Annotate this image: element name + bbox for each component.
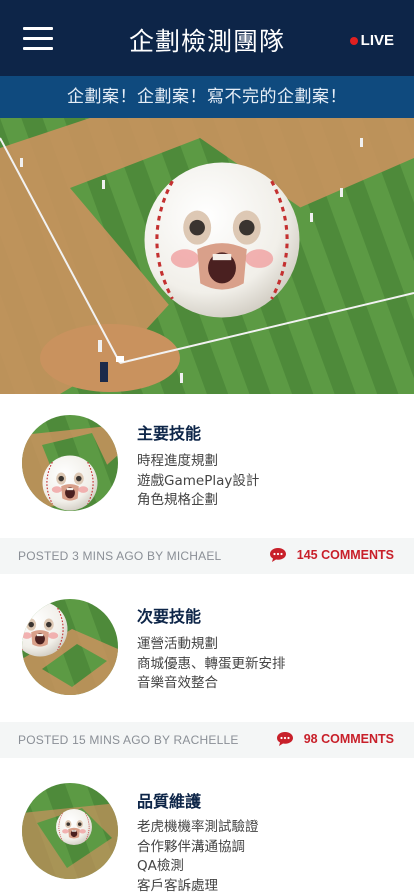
app-header: 企劃檢測團隊 LIVE <box>0 0 414 76</box>
post-title: 次要技能 <box>137 607 202 626</box>
comments-link[interactable]: 145 COMMENTS <box>269 547 394 563</box>
post-card[interactable]: 次要技能 運營活動規劃 商城優惠、轉蛋更新安排 音樂音效整合 <box>0 574 414 722</box>
comments-link[interactable]: 98 COMMENTS <box>276 731 394 747</box>
post-meta: POSTED 3 MINS AGO BY MICHAEL <box>18 549 222 563</box>
post-thumbnail[interactable] <box>22 415 118 511</box>
comments-count[interactable]: 98 COMMENTS <box>304 732 394 746</box>
post-title: 品質維護 <box>137 792 202 811</box>
post-card[interactable]: 主要技能 時程進度規劃 遊戲GamePlay設計 角色規格企劃 <box>0 394 414 538</box>
post-thumbnail[interactable] <box>22 783 118 879</box>
post-thumbnail[interactable] <box>22 599 118 695</box>
post-body: 老虎機機率測試驗證 合作夥伴溝通協調 QA檢測 客戶客訴處理 <box>137 819 259 894</box>
live-indicator[interactable]: LIVE <box>349 32 394 49</box>
post-title: 主要技能 <box>137 424 202 443</box>
live-dot-icon <box>349 36 358 45</box>
comment-icon <box>276 732 293 746</box>
post-meta-bar: POSTED 15 MINS AGO BY RACHELLE 98 COMMEN… <box>0 722 414 758</box>
post-body: 時程進度規劃 遊戲GamePlay設計 角色規格企劃 <box>137 453 260 508</box>
post-meta-bar: POSTED 3 MINS AGO BY MICHAEL 145 COMMENT… <box>0 538 414 574</box>
post-meta: POSTED 15 MINS AGO BY RACHELLE <box>18 733 239 747</box>
comments-count[interactable]: 145 COMMENTS <box>297 548 394 562</box>
hero-image[interactable] <box>0 118 414 394</box>
post-card[interactable]: 品質維護 老虎機機率測試驗證 合作夥伴溝通協調 QA檢測 客戶客訴處理 <box>0 758 414 896</box>
post-body: 運營活動規劃 商城優惠、轉蛋更新安排 音樂音效整合 <box>137 636 286 691</box>
live-label: LIVE <box>360 32 394 49</box>
news-ticker[interactable]: 企劃案！企劃案！寫不完的企劃案！ <box>0 76 414 118</box>
comment-icon <box>269 548 286 562</box>
